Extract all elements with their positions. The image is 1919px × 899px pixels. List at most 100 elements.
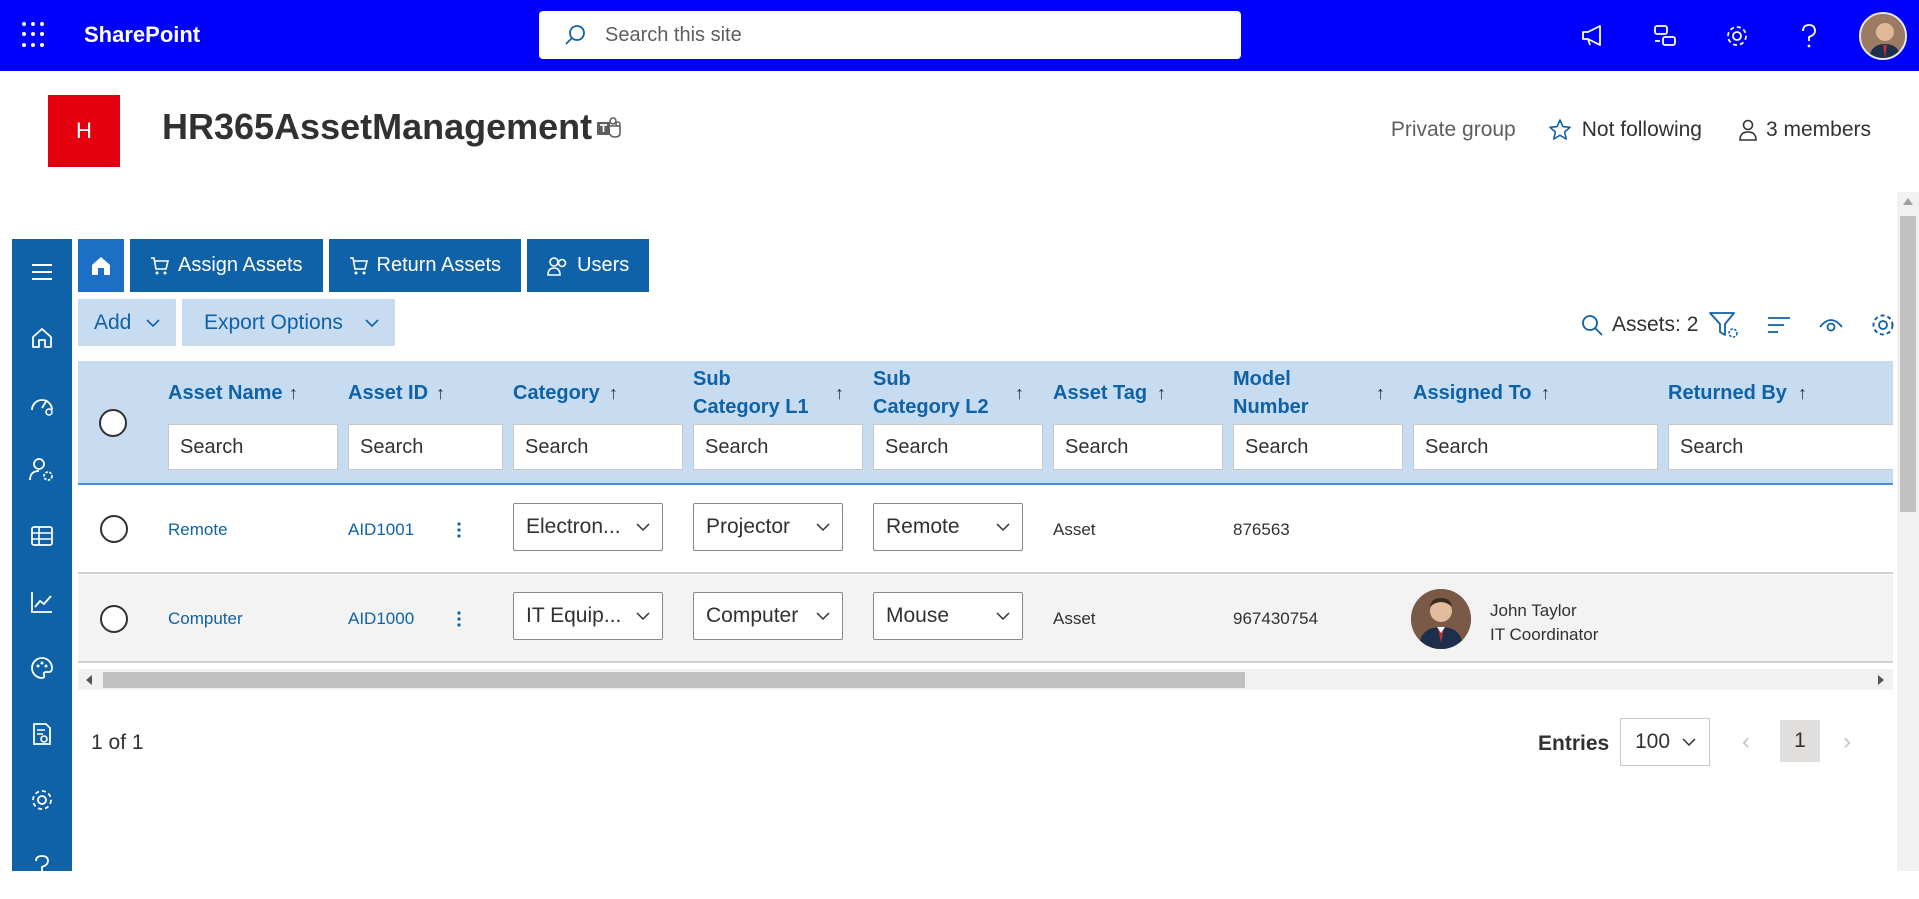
column-assigned-to[interactable]: Assigned To ↑ bbox=[1413, 361, 1658, 483]
export-options-button[interactable]: Export Options bbox=[182, 299, 395, 346]
return-assets-label: Return Assets bbox=[376, 254, 502, 276]
sub-category-l1-dropdown[interactable]: Projector bbox=[693, 503, 843, 551]
asset-tag-value: Asset bbox=[1053, 520, 1096, 539]
sort-arrow-icon[interactable]: ↑ bbox=[289, 383, 298, 404]
add-dropdown-button[interactable]: Add bbox=[78, 299, 176, 346]
chevron-down-icon bbox=[636, 612, 650, 621]
asset-name-link[interactable]: Remote bbox=[168, 486, 228, 574]
brand-name[interactable]: SharePoint bbox=[84, 22, 200, 48]
follow-button[interactable]: Not following bbox=[1548, 118, 1702, 142]
vertical-scroll-thumb[interactable] bbox=[1900, 216, 1916, 512]
user-settings-icon[interactable] bbox=[12, 437, 72, 503]
column-asset-id[interactable]: Asset ID ↑ bbox=[348, 361, 503, 483]
gear-icon[interactable] bbox=[1870, 312, 1896, 338]
asset-name-link[interactable]: Computer bbox=[168, 575, 243, 663]
search-icon[interactable] bbox=[1580, 313, 1604, 337]
user-avatar[interactable] bbox=[1859, 11, 1907, 60]
column-asset-tag[interactable]: Asset Tag ↑ bbox=[1053, 361, 1223, 483]
feedback-icon[interactable] bbox=[1629, 0, 1701, 71]
sort-arrow-icon[interactable]: ↑ bbox=[1541, 383, 1550, 404]
eye-icon[interactable] bbox=[1818, 315, 1844, 335]
entries-per-page-select[interactable]: 100 bbox=[1620, 718, 1710, 766]
sub-category-l1-search-input[interactable] bbox=[693, 424, 863, 470]
table-icon[interactable] bbox=[12, 503, 72, 569]
returned-by-search-input[interactable] bbox=[1668, 424, 1893, 470]
scroll-left-arrow-icon[interactable] bbox=[86, 675, 93, 685]
teams-icon[interactable] bbox=[596, 116, 622, 145]
asset-id-link[interactable]: AID1000 bbox=[348, 575, 414, 663]
users-label: Users bbox=[577, 254, 630, 276]
asset-id-link[interactable]: AID1001 bbox=[348, 486, 414, 574]
report-search-icon[interactable] bbox=[12, 701, 72, 767]
current-page-button[interactable]: 1 bbox=[1780, 720, 1820, 762]
home-button[interactable] bbox=[78, 239, 124, 292]
category-dropdown[interactable]: IT Equip... bbox=[513, 592, 663, 640]
filter-settings-icon[interactable] bbox=[1708, 310, 1740, 340]
palette-icon[interactable] bbox=[12, 635, 72, 701]
app-launcher-icon[interactable] bbox=[22, 22, 48, 48]
assigned-to-search-input[interactable] bbox=[1413, 424, 1658, 470]
line-chart-icon[interactable] bbox=[12, 569, 72, 635]
column-returned-by[interactable]: Returned By ↑ bbox=[1668, 361, 1893, 483]
table-row[interactable]: Remote AID1001 Electron... Projector Rem… bbox=[78, 486, 1893, 574]
assets-table: Asset Name ↑ Asset ID ↑ Category ↑ Sub C… bbox=[78, 361, 1893, 690]
asset-name-search-input[interactable] bbox=[168, 424, 338, 470]
search-placeholder: Search this site bbox=[605, 23, 742, 46]
row-select-checkbox[interactable] bbox=[100, 605, 128, 633]
return-assets-button[interactable]: Return Assets bbox=[328, 239, 522, 292]
scroll-right-arrow-icon[interactable] bbox=[1878, 675, 1885, 685]
help-icon[interactable] bbox=[1773, 0, 1845, 71]
help-icon[interactable] bbox=[12, 833, 72, 899]
site-title[interactable]: HR365AssetManagement bbox=[162, 106, 592, 148]
assign-assets-button[interactable]: Assign Assets bbox=[130, 239, 323, 292]
chevron-down-icon bbox=[365, 318, 379, 327]
column-list-icon[interactable] bbox=[1766, 314, 1792, 336]
horizontal-scroll-thumb[interactable] bbox=[103, 672, 1245, 688]
more-options-icon[interactable] bbox=[456, 575, 462, 663]
sub-category-l2-dropdown[interactable]: Mouse bbox=[873, 592, 1023, 640]
settings-gear-icon[interactable] bbox=[1701, 0, 1773, 71]
category-dropdown[interactable]: Electron... bbox=[513, 503, 663, 551]
site-logo[interactable]: H bbox=[48, 95, 120, 167]
settings-icon[interactable] bbox=[12, 767, 72, 833]
column-sub-category-l1[interactable]: Sub Category L1 ↑ bbox=[693, 361, 863, 483]
sub-category-l1-dropdown[interactable]: Computer bbox=[693, 592, 843, 640]
category-search-input[interactable] bbox=[513, 424, 683, 470]
megaphone-icon[interactable] bbox=[1557, 0, 1629, 71]
home-icon[interactable] bbox=[12, 305, 72, 371]
asset-tag-search-input[interactable] bbox=[1053, 424, 1223, 470]
select-all-checkbox[interactable] bbox=[99, 409, 127, 437]
sub-category-l2-search-input[interactable] bbox=[873, 424, 1043, 470]
vertical-scrollbar[interactable] bbox=[1897, 192, 1919, 871]
sort-arrow-icon[interactable]: ↑ bbox=[1798, 383, 1807, 404]
column-sub-category-l2[interactable]: Sub Category L2 ↑ bbox=[873, 361, 1043, 483]
previous-page-icon[interactable]: ‹ bbox=[1742, 728, 1750, 756]
assignee-info: John Taylor IT Coordinator bbox=[1490, 599, 1598, 647]
horizontal-scrollbar[interactable] bbox=[78, 669, 1893, 690]
asset-id-search-input[interactable] bbox=[348, 424, 503, 470]
row-select-checkbox[interactable] bbox=[100, 515, 128, 543]
more-options-icon[interactable] bbox=[456, 486, 462, 574]
sort-arrow-icon[interactable]: ↑ bbox=[1157, 383, 1166, 404]
table-row[interactable]: Computer AID1000 IT Equip... Computer Mo… bbox=[78, 575, 1893, 663]
assignee-avatar[interactable] bbox=[1411, 589, 1471, 649]
dashboard-gauge-icon[interactable] bbox=[12, 371, 72, 437]
sort-arrow-icon[interactable]: ↑ bbox=[835, 383, 844, 404]
users-button[interactable]: Users bbox=[527, 239, 650, 292]
column-model-number[interactable]: Model Number ↑ bbox=[1233, 361, 1403, 483]
sort-arrow-icon[interactable]: ↑ bbox=[1015, 383, 1024, 404]
column-asset-name[interactable]: Asset Name ↑ bbox=[168, 361, 338, 483]
site-search-box[interactable]: Search this site bbox=[539, 11, 1241, 59]
assignee-name: John Taylor bbox=[1490, 601, 1577, 620]
sort-arrow-icon[interactable]: ↑ bbox=[1376, 383, 1385, 404]
sub-category-l2-dropdown[interactable]: Remote bbox=[873, 503, 1023, 551]
model-number-search-input[interactable] bbox=[1233, 424, 1403, 470]
sort-arrow-icon[interactable]: ↑ bbox=[436, 383, 445, 404]
chevron-down-icon bbox=[816, 523, 830, 532]
sort-arrow-icon[interactable]: ↑ bbox=[609, 383, 618, 404]
hamburger-menu-icon[interactable] bbox=[12, 239, 72, 305]
column-category[interactable]: Category ↑ bbox=[513, 361, 683, 483]
members-button[interactable]: 3 members bbox=[1738, 118, 1871, 142]
next-page-icon[interactable]: › bbox=[1843, 728, 1851, 756]
scroll-up-arrow-icon[interactable] bbox=[1903, 198, 1913, 205]
